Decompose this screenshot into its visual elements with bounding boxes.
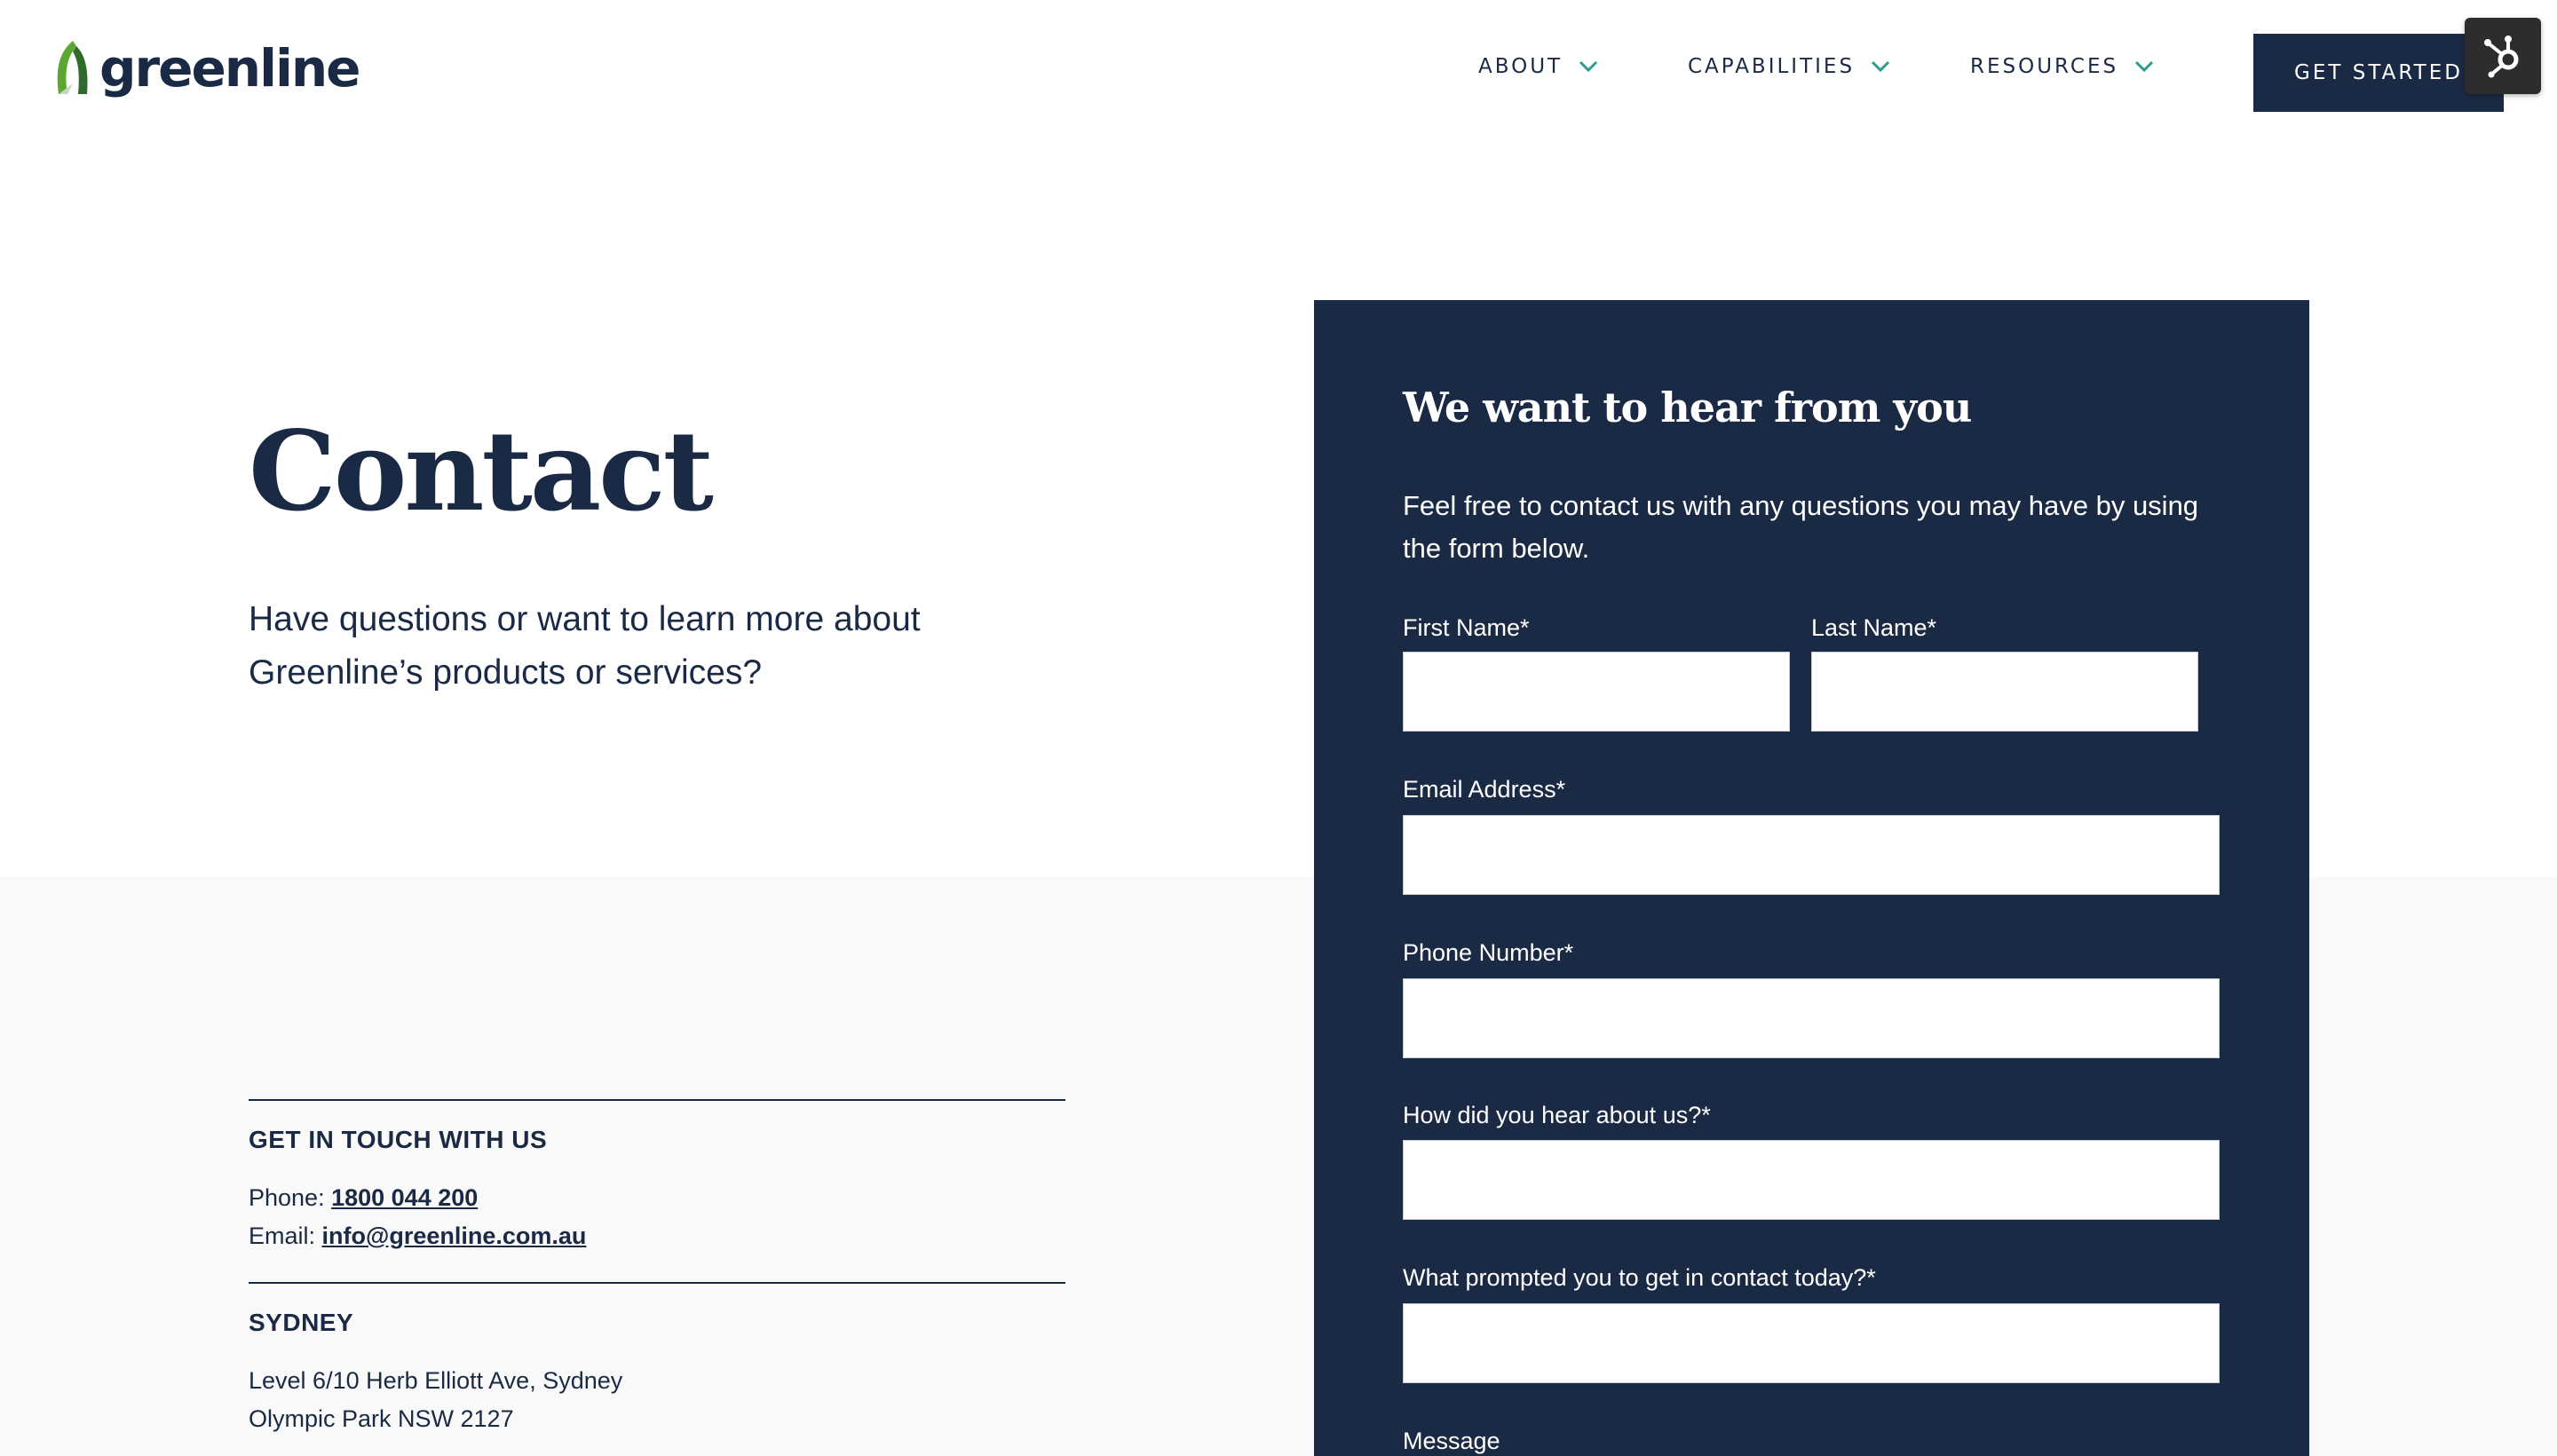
email-address-input[interactable] [1403,815,2220,895]
address-line-2: Olympic Park NSW 2127 [249,1405,514,1432]
nav-about-label: ABOUT [1478,55,1563,78]
email-line: Email: info@greenline.com.au [249,1223,586,1250]
address-line-1: Level 6/10 Herb Elliott Ave, Sydney [249,1367,623,1394]
hubspot-sprocket-icon [2484,36,2519,78]
chevron-down-icon [1579,60,1598,73]
form-title: We want to hear from you [1403,384,1972,431]
email-link[interactable]: info@greenline.com.au [322,1223,587,1249]
first-name-input[interactable] [1403,652,1790,732]
chevron-down-icon [1872,60,1890,73]
site-header: greenline ABOUT CAPABILITIES RESOURCES G… [0,0,2557,146]
get-in-touch-heading: GET IN TOUCH WITH US [249,1126,548,1153]
contact-form-panel: We want to hear from you Feel free to co… [1314,300,2309,1456]
phone-number-label: Phone Number* [1403,939,1574,966]
hubspot-widget-button[interactable] [2465,18,2541,94]
nav-resources-label: RESOURCES [1970,55,2119,78]
page-title: Contact [249,408,714,536]
sydney-office-heading: SYDNEY [249,1309,354,1336]
hear-about-us-label: How did you hear about us?* [1403,1102,1711,1128]
hear-about-us-input[interactable] [1403,1140,2220,1220]
divider [249,1099,1065,1101]
phone-link[interactable]: 1800 044 200 [331,1184,478,1211]
last-name-input[interactable] [1811,652,2198,732]
email-address-label: Email Address* [1403,776,1566,803]
contact-reason-input[interactable] [1403,1303,2220,1383]
leaf-logo-icon [57,41,88,94]
greenline-logo[interactable]: greenline [53,38,360,99]
last-name-label: Last Name* [1811,614,1937,641]
phone-label: Phone: [249,1184,325,1211]
nav-about[interactable]: ABOUT [1478,55,1598,78]
brand-name: greenline [99,38,360,99]
message-label: Message [1403,1428,1500,1454]
first-name-label: First Name* [1403,614,1530,641]
phone-number-input[interactable] [1403,978,2220,1058]
divider [249,1282,1065,1284]
nav-capabilities[interactable]: CAPABILITIES [1688,55,1890,78]
chevron-down-icon [2135,60,2154,73]
email-label: Email: [249,1223,316,1249]
phone-line: Phone: 1800 044 200 [249,1184,478,1212]
form-description: Feel free to contact us with any questio… [1403,490,2199,564]
nav-resources[interactable]: RESOURCES [1970,55,2154,78]
contact-reason-label: What prompted you to get in contact toda… [1403,1264,1876,1291]
page-intro: Have questions or want to learn more abo… [249,600,921,692]
nav-capabilities-label: CAPABILITIES [1688,55,1856,78]
